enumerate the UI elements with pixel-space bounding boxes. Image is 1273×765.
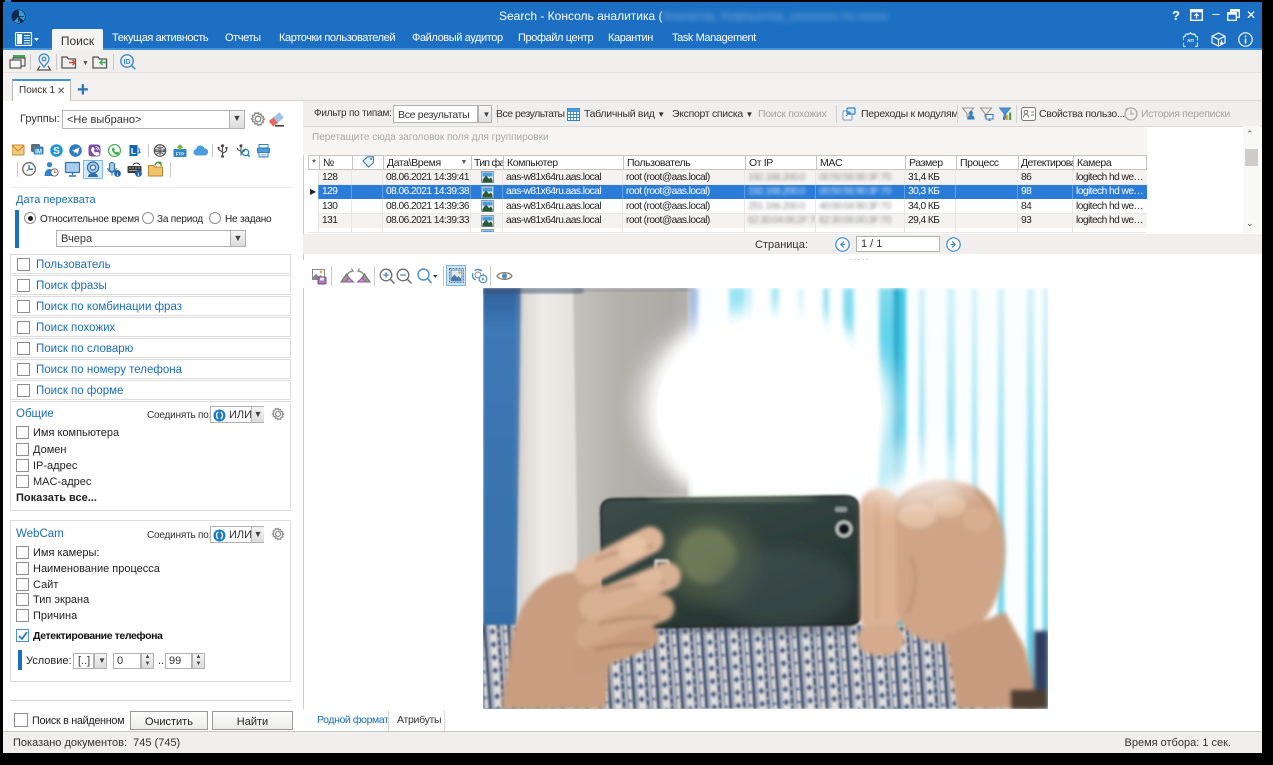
svg-text:S: S (53, 146, 60, 157)
svg-text:HTTP: HTTP (156, 149, 166, 153)
svg-text:АП: АП (1187, 38, 1193, 43)
svg-text:ID: ID (124, 59, 131, 66)
svg-text:FTP: FTP (176, 152, 185, 157)
svg-text:IM: IM (35, 150, 42, 156)
svg-text:L: L (131, 146, 136, 156)
